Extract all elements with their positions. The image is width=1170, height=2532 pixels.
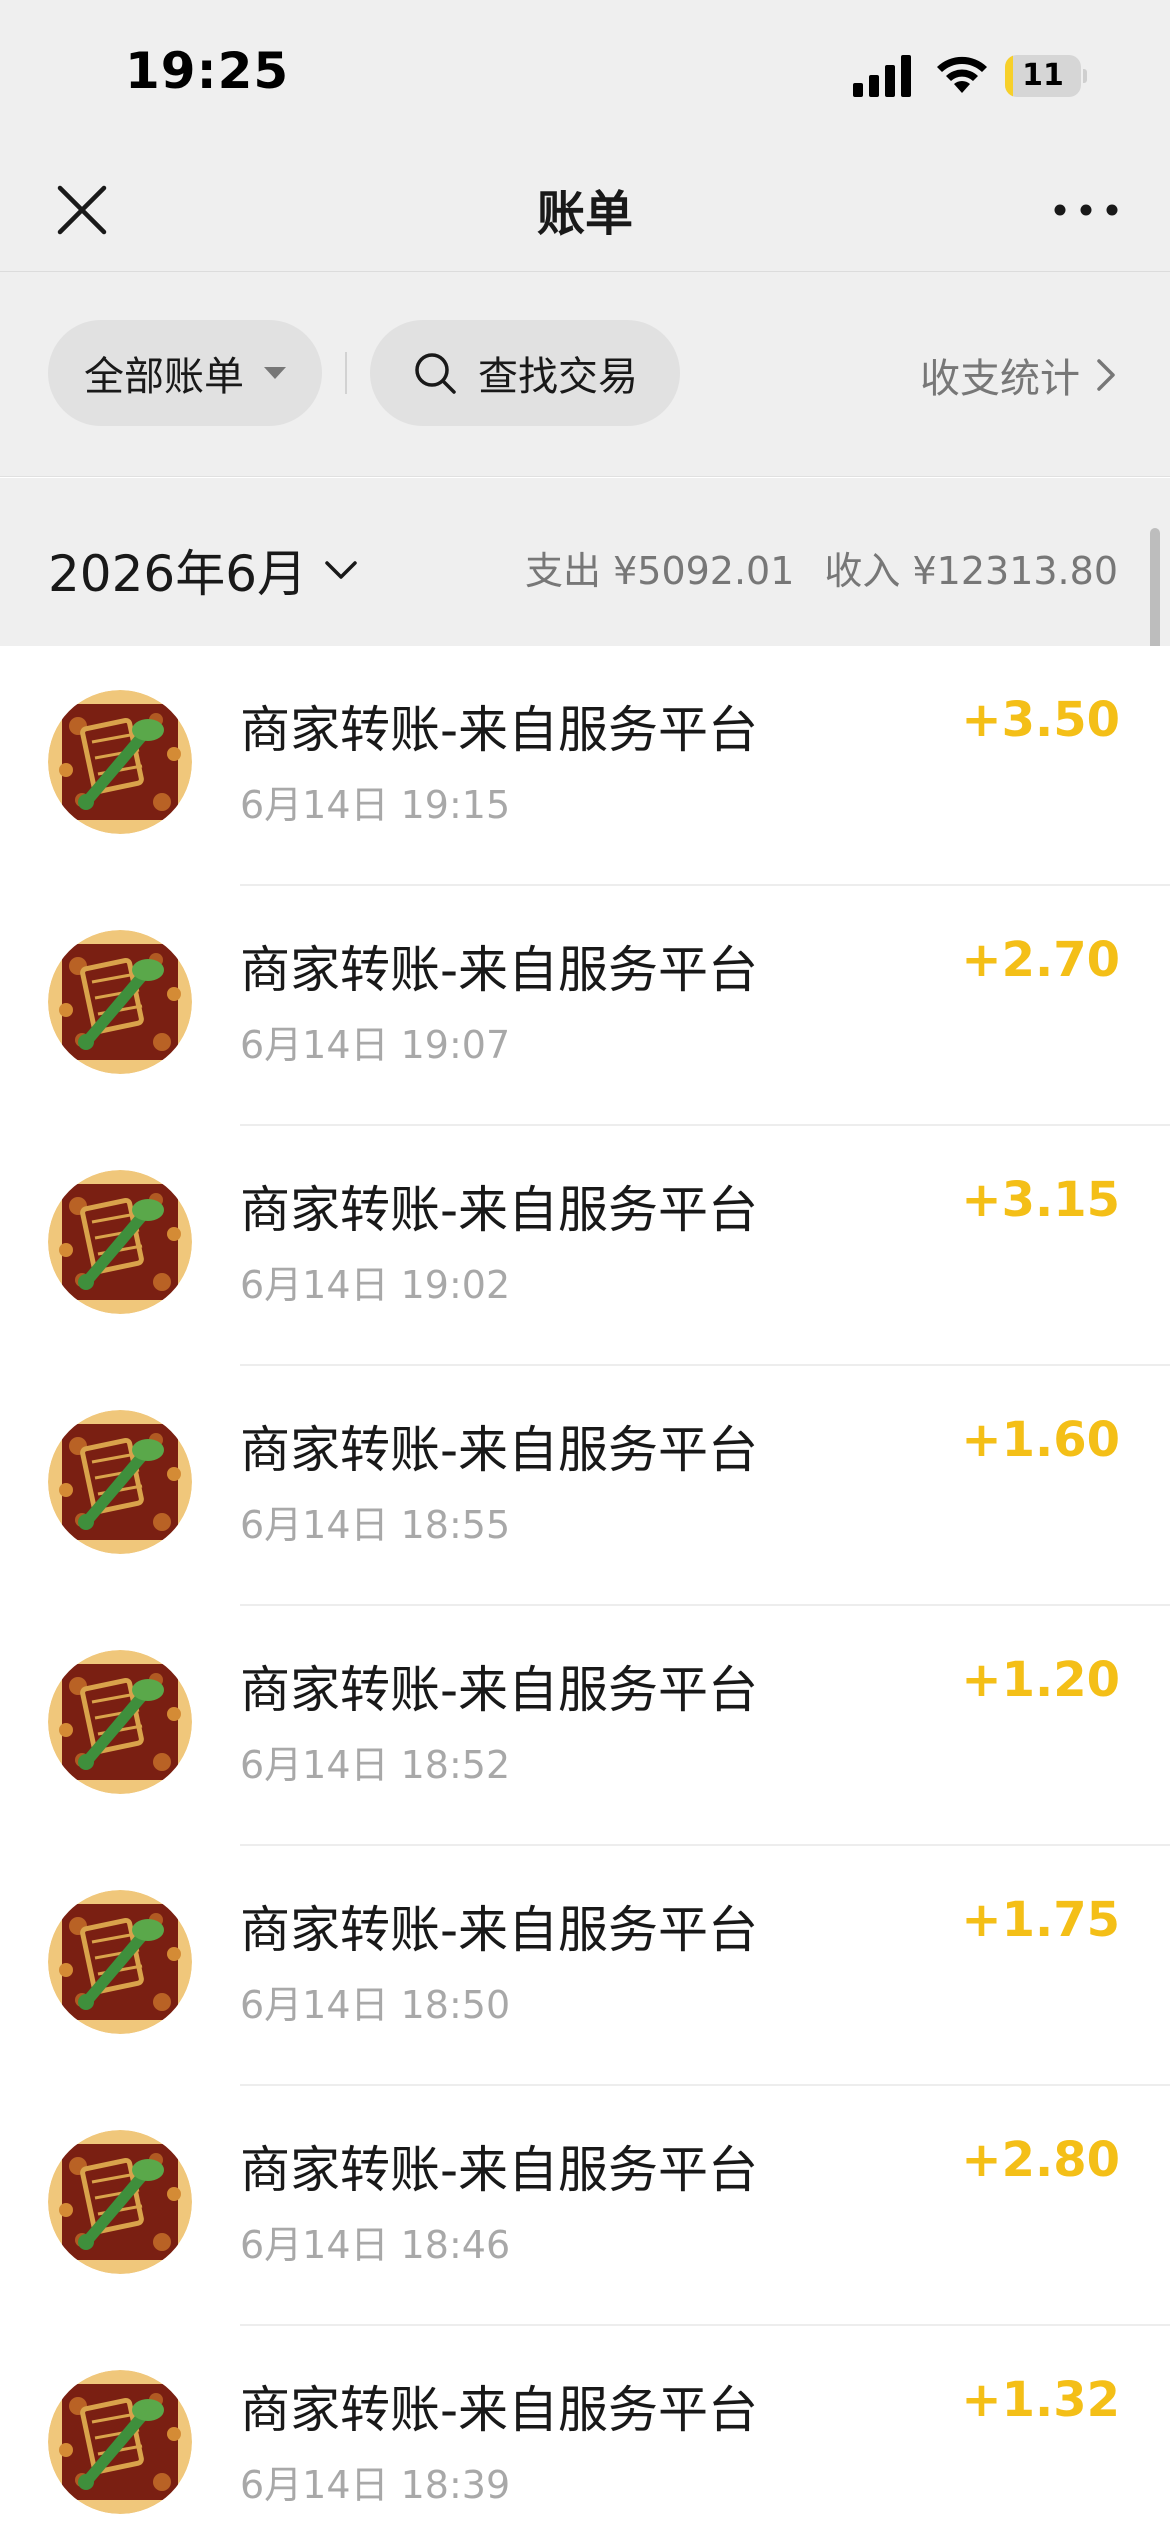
battery-icon: 11 bbox=[1005, 55, 1087, 97]
month-expense: 支出 ¥5092.01 bbox=[525, 549, 795, 593]
merchant-avatar-icon bbox=[48, 690, 192, 834]
merchant-avatar-icon bbox=[48, 1170, 192, 1314]
transaction-title: 商家转账-来自服务平台 bbox=[240, 2141, 759, 2199]
transaction-title: 商家转账-来自服务平台 bbox=[240, 2381, 759, 2439]
transaction-row[interactable]: 商家转账-来自服务平台 6月14日 19:02 +3.15 bbox=[0, 1126, 1170, 1366]
transaction-time: 6月14日 18:55 bbox=[240, 1503, 511, 1547]
transaction-amount: +3.50 bbox=[961, 692, 1120, 748]
transaction-amount: +1.20 bbox=[961, 1652, 1120, 1708]
transaction-time: 6月14日 19:02 bbox=[240, 1263, 511, 1307]
all-bills-filter-button[interactable]: 全部账单 bbox=[48, 320, 322, 426]
filter-bar: 全部账单 查找交易 收支统计 bbox=[0, 272, 1170, 477]
status-bar: 19:25 11 bbox=[0, 0, 1170, 150]
all-bills-label: 全部账单 bbox=[84, 354, 244, 400]
nav-bar: 账单 bbox=[0, 150, 1170, 272]
transaction-title: 商家转账-来自服务平台 bbox=[240, 941, 759, 999]
search-transactions-button[interactable]: 查找交易 bbox=[370, 320, 680, 426]
more-icon[interactable] bbox=[1050, 186, 1122, 234]
transaction-row[interactable]: 商家转账-来自服务平台 6月14日 18:52 +1.20 bbox=[0, 1606, 1170, 1846]
transaction-row[interactable]: 商家转账-来自服务平台 6月14日 18:39 +1.32 bbox=[0, 2326, 1170, 2532]
transaction-title: 商家转账-来自服务平台 bbox=[240, 701, 759, 759]
stats-label: 收支统计 bbox=[920, 356, 1080, 402]
month-totals: 支出 ¥5092.01 收入 ¥12313.80 bbox=[525, 540, 1118, 595]
signal-icon bbox=[853, 55, 911, 97]
transaction-row[interactable]: 商家转账-来自服务平台 6月14日 19:07 +2.70 bbox=[0, 886, 1170, 1126]
transaction-title: 商家转账-来自服务平台 bbox=[240, 1421, 759, 1479]
battery-level: 11 bbox=[1022, 58, 1064, 93]
merchant-avatar-icon bbox=[48, 1890, 192, 2034]
month-label: 2026年6月 bbox=[48, 545, 308, 603]
search-label: 查找交易 bbox=[478, 354, 638, 400]
transaction-time: 6月14日 18:39 bbox=[240, 2463, 511, 2507]
transaction-amount: +2.70 bbox=[961, 932, 1120, 988]
income-expense-stats-link[interactable]: 收支统计 bbox=[920, 346, 1118, 404]
page-title: 账单 bbox=[536, 186, 633, 242]
transaction-amount: +2.80 bbox=[961, 2132, 1120, 2188]
wifi-icon bbox=[937, 56, 987, 93]
transaction-time: 6月14日 19:07 bbox=[240, 1023, 511, 1067]
merchant-avatar-icon bbox=[48, 930, 192, 1074]
transaction-amount: +1.75 bbox=[961, 1892, 1120, 1948]
month-summary-bar: 2026年6月 支出 ¥5092.01 收入 ¥12313.80 bbox=[0, 478, 1170, 646]
transaction-amount: +1.60 bbox=[961, 1412, 1120, 1468]
month-income: 收入 ¥12313.80 bbox=[824, 549, 1118, 593]
merchant-avatar-icon bbox=[48, 2130, 192, 2274]
transaction-title: 商家转账-来自服务平台 bbox=[240, 1901, 759, 1959]
transaction-row[interactable]: 商家转账-来自服务平台 6月14日 19:15 +3.50 bbox=[0, 646, 1170, 886]
merchant-avatar-icon bbox=[48, 1650, 192, 1794]
transaction-time: 6月14日 18:52 bbox=[240, 1743, 511, 1787]
month-selector[interactable]: 2026年6月 bbox=[48, 534, 359, 606]
transaction-row[interactable]: 商家转账-来自服务平台 6月14日 18:55 +1.60 bbox=[0, 1366, 1170, 1606]
transaction-time: 6月14日 18:50 bbox=[240, 1983, 511, 2027]
chevron-down-icon bbox=[325, 561, 357, 579]
status-time: 19:25 bbox=[125, 42, 290, 100]
transaction-row[interactable]: 商家转账-来自服务平台 6月14日 18:46 +2.80 bbox=[0, 2086, 1170, 2326]
search-icon bbox=[415, 353, 456, 394]
chevron-right-icon bbox=[1097, 359, 1115, 391]
transaction-row[interactable]: 商家转账-来自服务平台 6月14日 18:50 +1.75 bbox=[0, 1846, 1170, 2086]
transaction-title: 商家转账-来自服务平台 bbox=[240, 1181, 759, 1239]
caret-down-icon bbox=[264, 367, 286, 379]
filter-divider bbox=[345, 352, 347, 394]
transaction-amount: +3.15 bbox=[961, 1172, 1120, 1228]
merchant-avatar-icon bbox=[48, 1410, 192, 1554]
transaction-list: 商家转账-来自服务平台 6月14日 19:15 +3.50 商家转账-来自服务平… bbox=[0, 646, 1170, 2532]
transaction-title: 商家转账-来自服务平台 bbox=[240, 1661, 759, 1719]
transaction-amount: +1.32 bbox=[961, 2372, 1120, 2428]
merchant-avatar-icon bbox=[48, 2370, 192, 2514]
transaction-time: 6月14日 19:15 bbox=[240, 783, 511, 827]
transaction-time: 6月14日 18:46 bbox=[240, 2223, 511, 2267]
